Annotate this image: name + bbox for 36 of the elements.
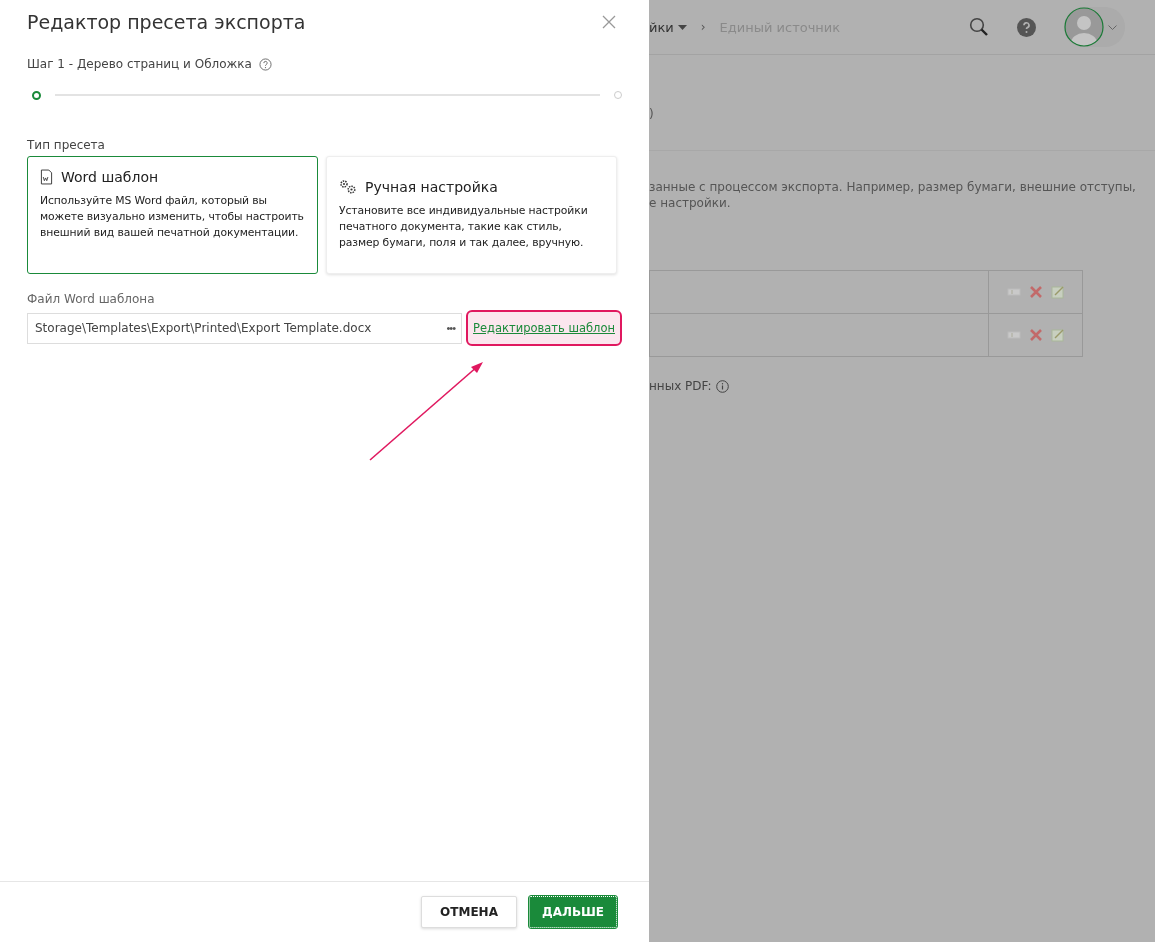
browse-button[interactable]: ••• — [446, 322, 455, 334]
card-description: Установите все индивидуальные настройки печатного документа, такие как стиль, размер бумаги, поля и так далее, вручную. — [339, 203, 589, 251]
card-title: Word шаблон — [61, 169, 159, 185]
avatar-icon — [1064, 7, 1104, 47]
tab-label: ) — [649, 107, 654, 121]
delete-icon[interactable] — [1028, 285, 1043, 299]
preset-card[interactable]: Word шаблон Используйте MS Word файл, который вы можете визуально изменить, чтобы настроить внешний вид вашей печатной документации. — [27, 156, 318, 274]
gears-icon — [339, 179, 357, 195]
preset-card[interactable]: Ручная настройка Установите все индивидуальные настройки печатного документа, такие как стиль, размер бумаги, поля и так далее, вручную. — [326, 156, 617, 274]
delete-icon[interactable] — [1028, 328, 1043, 342]
step-dot[interactable] — [32, 90, 41, 100]
dialog-title: Редактор пресета экспорта — [27, 11, 306, 33]
edit-icon[interactable] — [1050, 285, 1065, 299]
card-title: Ручная настройка — [365, 179, 498, 195]
field-label: Файл Word шаблона — [27, 292, 156, 306]
document-icon — [40, 169, 53, 185]
help-icon[interactable] — [258, 57, 272, 71]
card-description: Используйте MS Word файл, который вы можете визуально изменить, чтобы настроить внешний вид вашей печатной документации. — [40, 193, 305, 241]
help-icon[interactable] — [1017, 17, 1036, 37]
description-text: е настройки. — [649, 195, 732, 211]
pdf-label: нных PDF: — [649, 379, 712, 393]
file-path-field[interactable]: Storage\Templates\Export\Printed\Export Template.docx ••• — [27, 312, 462, 344]
close-icon[interactable] — [602, 15, 616, 29]
user-menu[interactable] — [1064, 7, 1125, 47]
cancel-button[interactable]: ОТМЕНА — [421, 896, 517, 928]
next-button[interactable]: ДАЛЬШЕ — [529, 896, 617, 928]
search-icon[interactable] — [969, 17, 989, 37]
step-label: Шаг 1 - Дерево страниц и Обложка — [27, 57, 252, 71]
info-icon[interactable] — [715, 379, 729, 393]
edit-icon[interactable] — [1050, 328, 1065, 342]
breadcrumb-separator: › — [700, 20, 706, 34]
breadcrumb-item[interactable]: йки — [649, 19, 687, 35]
description-text: занные с процессом экспорта. Например, размер бумаги, внешние отступы, — [649, 179, 1137, 195]
preset-type-label: Тип пресета — [27, 138, 106, 152]
chevron-icon — [1108, 24, 1117, 30]
edit-template-link[interactable]: Редактировать шаблон — [466, 310, 622, 346]
